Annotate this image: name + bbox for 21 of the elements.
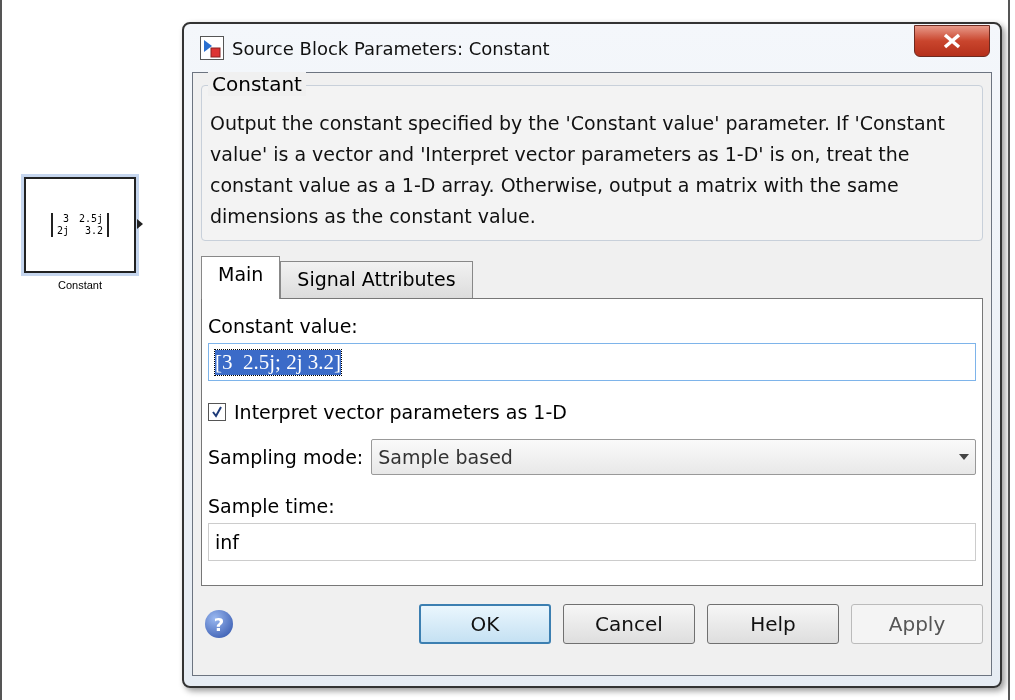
block-icon — [200, 36, 224, 60]
dialog-button[interactable]: OK — [419, 604, 551, 644]
close-button[interactable] — [914, 25, 990, 57]
tab[interactable]: Signal Attributes — [280, 261, 473, 298]
dialog-button[interactable]: Cancel — [563, 604, 695, 644]
tab[interactable]: Main — [201, 256, 281, 299]
dialog-button[interactable]: Help — [707, 604, 839, 644]
close-icon — [942, 33, 962, 49]
description-text: Output the constant specified by the 'Constant value' parameter. If 'Constant value' is a vector and 'Interpret vector parameters as 1-D' is on, treat the constant value as a 1-D array. Otherwise, output a matrix with the same dimensions as the constant value. — [210, 111, 947, 229]
window-title: Source Block Parameters: Constant — [232, 37, 551, 59]
matrix-value: 3 2.5j 2j 3.2 — [50, 213, 110, 237]
field-label: Constant value: — [208, 314, 359, 339]
checkbox-label: Interpret vector parameters as 1-D — [234, 400, 567, 425]
dropdown[interactable]: Sample based — [371, 439, 976, 475]
block-label: Constant — [58, 279, 102, 291]
field-label: Sample time: — [208, 494, 336, 519]
field-label: Sampling mode: — [208, 445, 364, 470]
input-field[interactable]: inf — [208, 523, 976, 561]
checkbox[interactable] — [208, 403, 226, 421]
input-field[interactable]: [3 2.5j; 2j 3.2] — [208, 343, 976, 381]
caret-icon — [959, 454, 969, 460]
